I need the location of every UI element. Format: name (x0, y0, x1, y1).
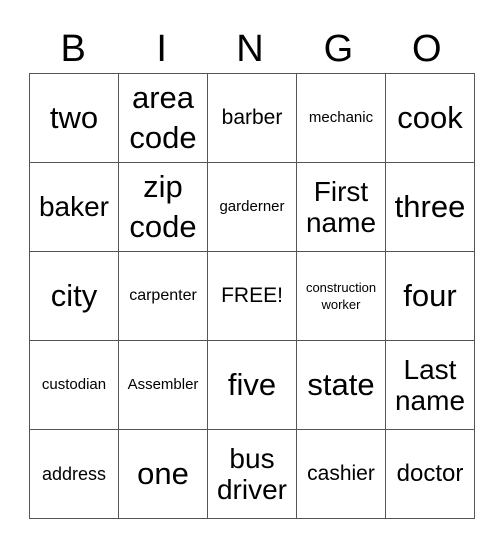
bingo-cell[interactable]: doctor (385, 429, 475, 519)
bingo-cell-text: two (49, 100, 99, 135)
bingo-cell[interactable]: area code (118, 73, 208, 163)
bingo-cell[interactable]: three (385, 162, 475, 252)
bingo-row: address one bus driver cashier doctor (29, 429, 475, 519)
bingo-cell[interactable]: barber (207, 73, 297, 163)
bingo-cell[interactable]: custodian (29, 340, 119, 430)
bingo-cell-text: First name (305, 175, 377, 238)
header-letter-i: I (156, 28, 167, 70)
bingo-cell-text: bus driver (216, 442, 287, 505)
bingo-cell[interactable]: First name (296, 162, 386, 252)
bingo-cell[interactable]: construction worker (296, 251, 386, 341)
header-letter-o: O (412, 28, 442, 70)
bingo-cell-text: doctor (396, 459, 464, 487)
bingo-cell-text: Assembler (127, 375, 199, 393)
bingo-cell[interactable]: four (385, 251, 475, 341)
bingo-cell-text: address (41, 463, 107, 484)
bingo-cell-text: state (307, 367, 375, 402)
bingo-cell-text: cook (397, 100, 463, 135)
bingo-cell[interactable]: cashier (296, 429, 386, 519)
bingo-cell[interactable]: baker (29, 162, 119, 252)
bingo-cell-text: one (137, 456, 189, 491)
bingo-cell-text: zip code (129, 169, 197, 244)
bingo-cell[interactable]: address (29, 429, 119, 519)
bingo-row: custodian Assembler five state Last name (29, 340, 475, 430)
bingo-cell-text: five (227, 367, 277, 402)
bingo-cell-text: carpenter (129, 287, 197, 305)
bingo-cell-text: three (394, 189, 466, 224)
bingo-cell-text: construction worker (305, 280, 377, 312)
bingo-cell-text: FREE! (221, 284, 283, 308)
header-letter-b: B (60, 28, 86, 70)
bingo-cell-text: four (403, 278, 457, 313)
bingo-cell[interactable]: state (296, 340, 386, 430)
bingo-cell-text: mechanic (308, 108, 374, 126)
bingo-cell[interactable]: city (29, 251, 119, 341)
bingo-cell-text: garderner (219, 197, 285, 215)
bingo-header: B I N G O (29, 26, 471, 72)
bingo-cell[interactable]: garderner (207, 162, 297, 252)
header-letter-g: G (323, 28, 354, 70)
bingo-row: two area code barber mechanic cook (29, 73, 475, 163)
bingo-cell[interactable]: one (118, 429, 208, 519)
bingo-cell[interactable]: cook (385, 73, 475, 163)
bingo-cell-text: barber (221, 106, 283, 130)
bingo-row: city carpenter FREE! construction worker fou… (29, 251, 475, 341)
bingo-cell[interactable]: carpenter (118, 251, 208, 341)
bingo-cell-text: baker (38, 191, 110, 223)
bingo-row: baker zip code garderner First name three (29, 162, 475, 252)
bingo-card-grid: two area code barber mechanic cook baker zip c… (29, 73, 475, 519)
bingo-cell[interactable]: FREE! (207, 251, 297, 341)
bingo-cell-text: Last name (394, 353, 466, 416)
bingo-cell-text: custodian (41, 375, 107, 393)
bingo-cell[interactable]: Last name (385, 340, 475, 430)
bingo-cell[interactable]: two (29, 73, 119, 163)
bingo-cell[interactable]: bus driver (207, 429, 297, 519)
bingo-cell[interactable]: zip code (118, 162, 208, 252)
bingo-cell-text: area code (129, 80, 197, 155)
bingo-cell-text: cashier (307, 462, 375, 486)
bingo-cell[interactable]: five (207, 340, 297, 430)
header-letter-n: N (236, 28, 264, 70)
bingo-cell-text: city (50, 278, 98, 313)
bingo-cell[interactable]: Assembler (118, 340, 208, 430)
bingo-cell[interactable]: mechanic (296, 73, 386, 163)
